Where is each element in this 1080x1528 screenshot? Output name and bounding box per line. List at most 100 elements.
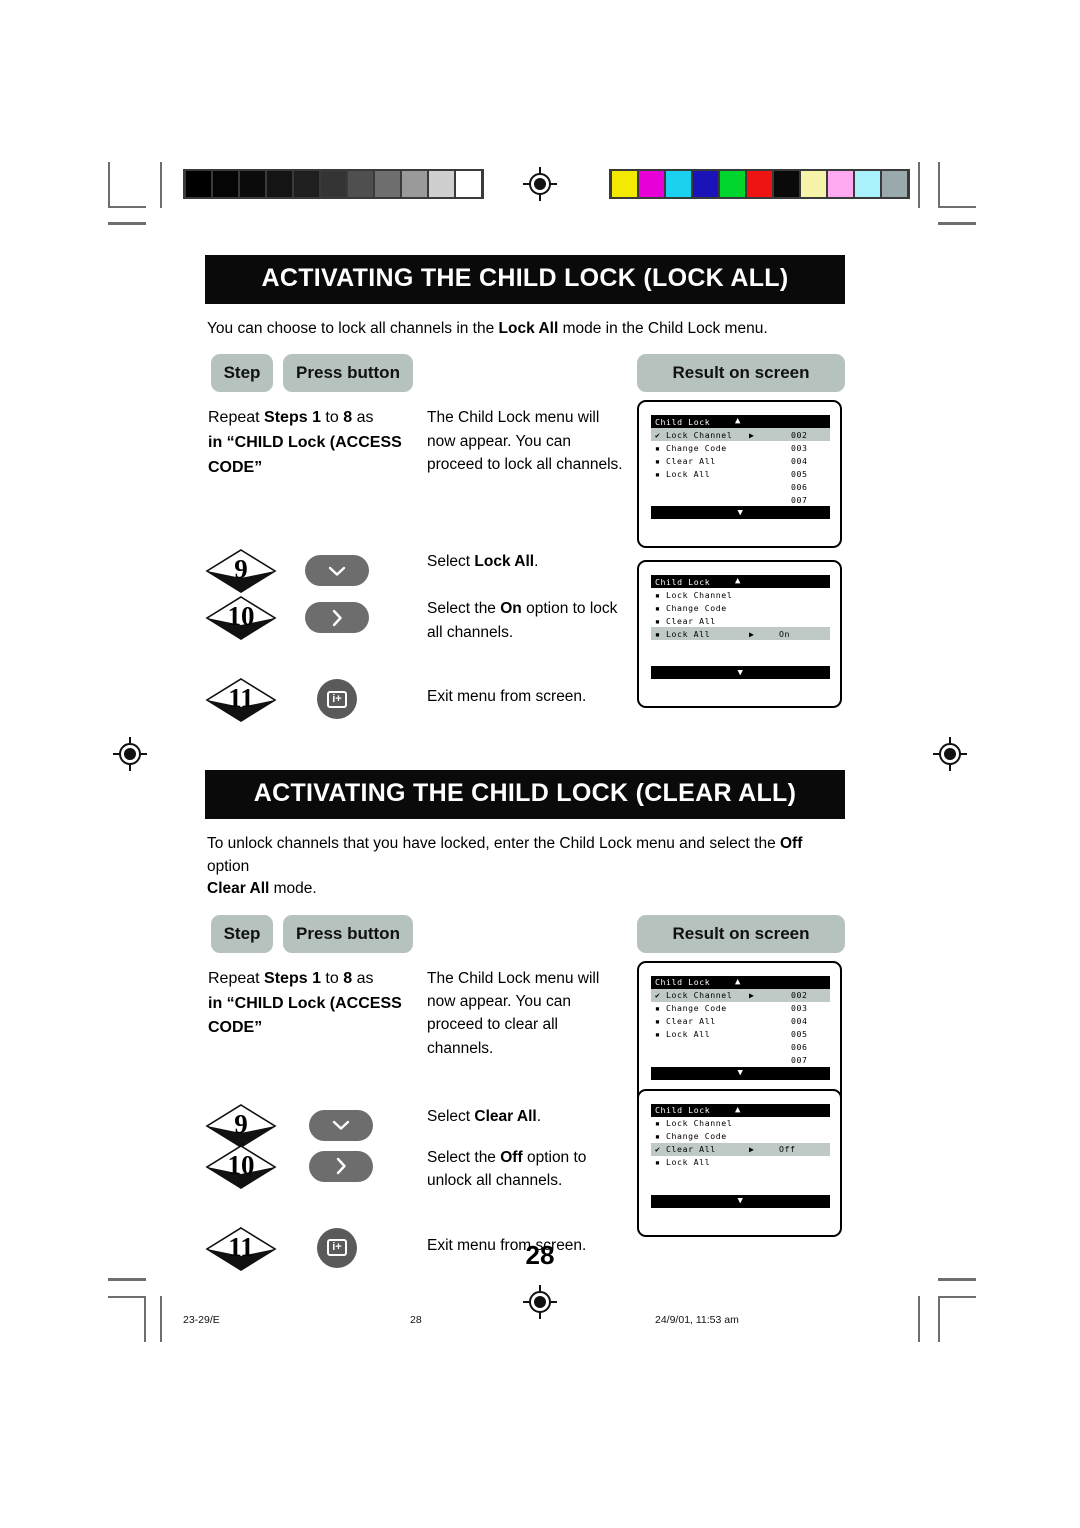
osd-scroll-down-icon[interactable]: ▼ [737, 668, 743, 678]
repeat-l2-smallcaps2: ACCESS [335, 434, 402, 452]
osd-item-label: Lock Channel [666, 429, 733, 440]
osd-item-lock-channel[interactable]: ▪ Lock Channel [651, 588, 830, 601]
repeat-p4: as [352, 969, 374, 987]
osd-item-clear-all[interactable]: ✔ Clear All ▶ Off [651, 1142, 830, 1156]
check-icon: ✔ [655, 990, 661, 1001]
bullet-icon: ▪ [655, 1131, 661, 1142]
right-arrow-button[interactable] [305, 602, 369, 634]
osd-item-change-code[interactable]: ▪ Change Code [651, 601, 830, 614]
color-swatch [828, 171, 853, 197]
osd-channel-number: 007 [791, 494, 808, 505]
chevron-right-icon: ▶ [749, 990, 755, 1001]
osd-item-lock-all[interactable]: ▪ Lock All [651, 1156, 830, 1169]
osd-item-value: Off [779, 1144, 796, 1155]
osd-title: Child Lock [655, 977, 711, 988]
step-marker-9: 9 [205, 548, 305, 594]
down-arrow-button[interactable] [305, 555, 369, 587]
header-result-on-screen: Result on screen [637, 914, 845, 953]
osd-item-label: Change Code [666, 602, 727, 613]
osd-channel-number: 002 [791, 429, 808, 440]
bullet-icon: ▪ [655, 615, 661, 626]
page-number: 28 [525, 1240, 555, 1270]
repeat-l2-smallcaps: CHILD [234, 994, 284, 1012]
desc-post: . [534, 553, 539, 571]
column-headers-clear-all: Step Press button Result on screen [205, 914, 845, 961]
osd-item-label: Lock All [666, 468, 711, 479]
header-press-button: Press button [283, 914, 413, 953]
step-number: 10 [227, 601, 255, 632]
osd-footer-bar: ▼ [651, 666, 830, 680]
osd-item-label: Change Code [666, 1131, 727, 1142]
osd-channel-number: 004 [791, 455, 808, 466]
osd-scroll-up-icon[interactable]: ▲ [735, 1105, 741, 1115]
osd-title-bar: Child Lock ▲ [651, 575, 830, 589]
osd-scroll-up-icon[interactable]: ▲ [735, 977, 741, 987]
osd-item-lock-all[interactable]: ▪ Lock All ▶ On [651, 627, 830, 641]
repeat-b2: 8 [343, 409, 353, 427]
tv-screen-clear-all-off: Child Lock ▲ ▪ Lock Channel ▪ Change Cod… [637, 1088, 842, 1237]
osd-item-label: Lock Channel [666, 589, 733, 600]
chevron-down-icon [328, 566, 346, 576]
repeat-l2-bold: Lock ( [283, 434, 336, 452]
osd-scroll-down-icon[interactable]: ▼ [737, 1196, 743, 1206]
repeat-l3-smallcaps: CODE [208, 459, 255, 477]
osd-scroll-down-icon[interactable]: ▼ [737, 1068, 743, 1078]
osd-scroll-up-icon[interactable]: ▲ [735, 576, 741, 586]
osd-channel-number: 005 [791, 468, 808, 479]
desc-bold: Off [500, 1148, 523, 1166]
menu-exit-button[interactable]: i+ [317, 679, 357, 720]
intro-text-before: To unlock channels that you have locked,… [207, 835, 780, 853]
bullet-icon: ▪ [655, 1157, 661, 1168]
repeat-l2-bold: Lock ( [283, 994, 336, 1012]
section-intro-clear-all: To unlock channels that you have locked,… [205, 819, 845, 900]
osd-item-lock-channel[interactable]: ▪ Lock Channel [651, 1117, 830, 1130]
osd-channel-number: 006 [791, 481, 808, 492]
color-swatch [882, 171, 907, 197]
menu-exit-icon: i+ [327, 690, 347, 708]
color-swatch [747, 171, 772, 197]
chevron-right-icon [332, 609, 342, 627]
osd-item-label: Lock Channel [666, 990, 733, 1001]
desc-pre: Select the [427, 1148, 501, 1166]
right-arrow-button[interactable] [309, 1150, 373, 1182]
bullet-icon: ▪ [655, 442, 661, 453]
down-arrow-button[interactable] [309, 1109, 373, 1141]
check-icon: ✔ [655, 429, 661, 440]
osd-item-clear-all[interactable]: ▪ Clear All [651, 614, 830, 627]
color-calibration-strip [609, 169, 910, 199]
intro-text-bold: Lock All [498, 320, 559, 337]
osd-scroll-up-icon[interactable]: ▲ [735, 416, 741, 426]
steps-grid-lock-all: Repeat Steps 1 to 8 as in “CHILD Lock (A… [205, 400, 845, 760]
chevron-right-icon: ▶ [749, 628, 755, 639]
bullet-icon: ▪ [655, 628, 661, 639]
osd-item-value: On [779, 628, 791, 639]
step-description-11: Exit menu from screen. [427, 685, 623, 708]
osd-channel-number: 002 [791, 990, 808, 1001]
intro-text-after: mode in the Child Lock menu. [558, 320, 768, 337]
osd-footer-bar: ▼ [651, 506, 830, 520]
color-swatch [720, 171, 745, 197]
osd-title-bar: Child Lock ▲ [651, 975, 830, 989]
repeat-p3: to [325, 969, 344, 987]
step-marker-10: 10 [205, 1144, 305, 1190]
repeat-steps-text: Repeat Steps 1 to 8 as in “CHILD Lock (A… [208, 406, 418, 480]
color-swatch [612, 171, 637, 197]
header-step: Step [211, 354, 273, 393]
osd-item-change-code[interactable]: ▪ Change Code [651, 1130, 830, 1143]
chevron-right-icon: ▶ [749, 429, 755, 440]
osd-title: Child Lock [655, 1105, 711, 1116]
osd-item-label: Lock All [666, 1029, 711, 1040]
tv-screen-clear-all-menu: Child Lock ▲ ✔ Lock Channel ▶ ▪ Change C… [637, 960, 842, 1109]
bullet-icon: ▪ [655, 1003, 661, 1014]
osd-item-label: Change Code [666, 442, 727, 453]
bullet-icon: ▪ [655, 1029, 661, 1040]
osd-channel-number: 006 [791, 1042, 808, 1053]
repeat-b1: Steps [264, 969, 308, 987]
osd-scroll-down-icon[interactable]: ▼ [737, 508, 743, 518]
chevron-right-icon [336, 1158, 346, 1175]
column-headers-lock-all: Step Press button Result on screen [205, 354, 845, 400]
color-swatch [666, 171, 691, 197]
repeat-b2: 8 [343, 969, 353, 987]
repeat-steps-text: Repeat Steps 1 to 8 as in “CHILD Lock (A… [208, 967, 418, 1041]
osd-title: Child Lock [655, 576, 711, 587]
